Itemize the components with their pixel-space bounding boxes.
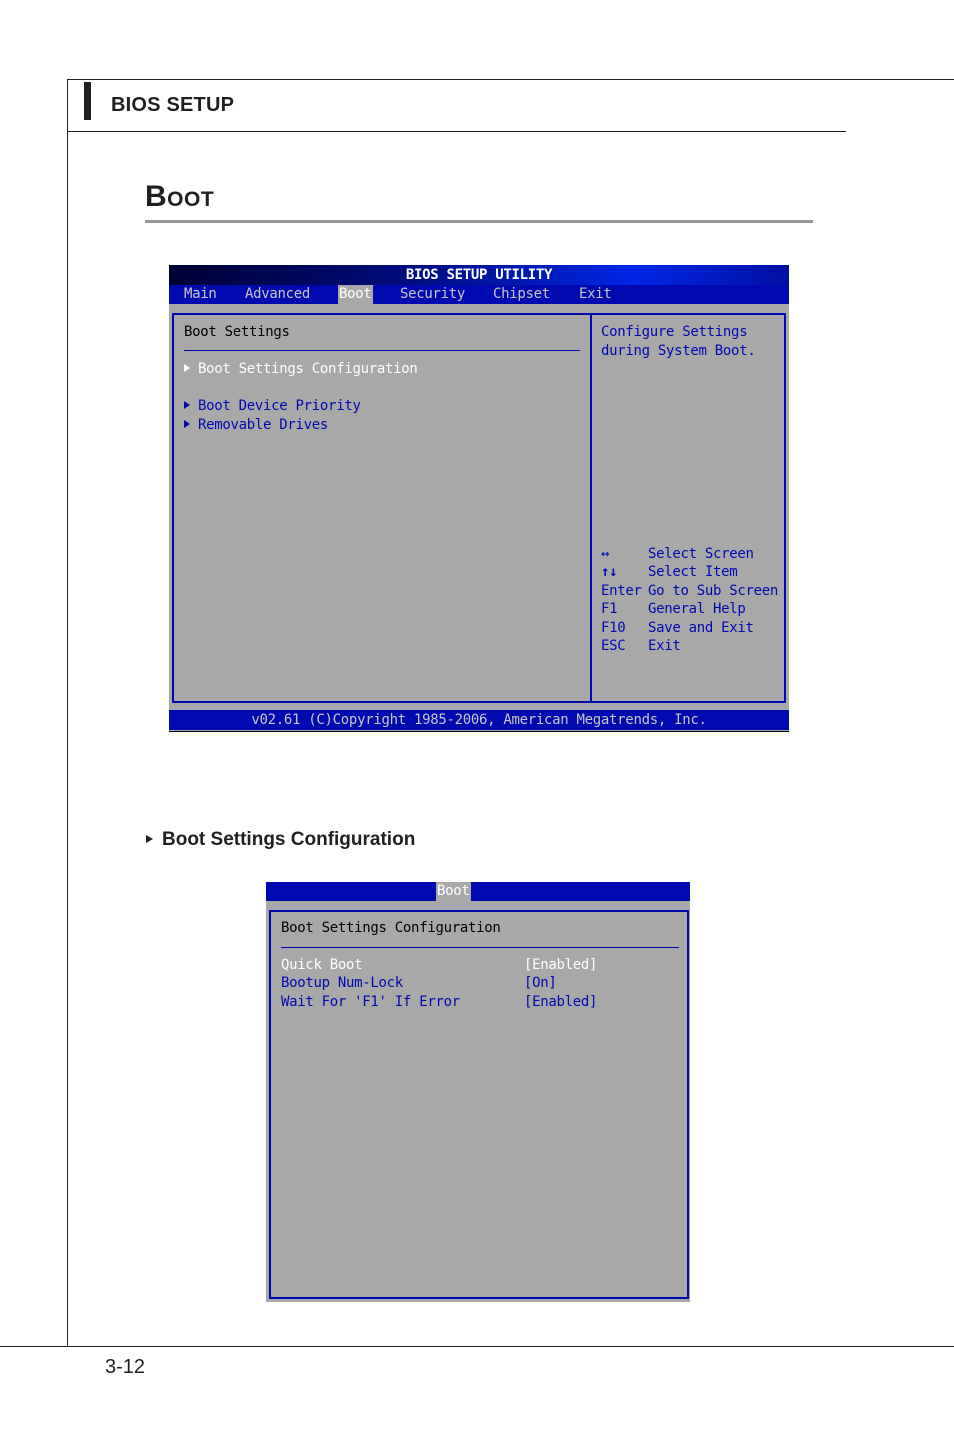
bios-menu-bar: Main Advanced Boot Security Chipset Exit [169,285,789,304]
bios-main-pane: Boot Settings Boot Settings Configuratio… [172,313,592,703]
setting-bootup-num-lock-label[interactable]: Bootup Num-Lock [281,975,403,991]
setting-wait-f1-label[interactable]: Wait For 'F1' If Error [281,994,460,1010]
submenu-arrow-icon [184,364,190,372]
bios-item-removable-drives[interactable]: Removable Drives [184,417,328,433]
key-enter: Enter [601,583,642,599]
bios-boot-settings-screen: Boot Boot Settings Configuration Quick B… [266,882,690,1302]
help-text-line-1: Configure Settings [601,324,748,340]
key-action-general-help: General Help [648,601,746,617]
bios-menu-bar: Boot [266,882,690,901]
key-f10: F10 [601,620,626,636]
key-arrows-horizontal: ↔ [601,546,610,562]
header-rule [67,131,846,132]
subsection-title: Boot Settings Configuration [162,829,416,850]
heading-separator [184,350,580,351]
header-bar-marker [84,82,91,120]
bios-menu-boot[interactable]: Boot [338,285,373,304]
bios-menu-chipset[interactable]: Chipset [492,285,551,304]
bios-copyright-footer: v02.61 (C)Copyright 1985-2006, American … [169,710,789,730]
bios-pane-heading: Boot Settings [184,324,290,340]
key-f1: F1 [601,601,618,617]
submenu-arrow-icon [184,401,190,409]
key-action-save-exit: Save and Exit [648,620,754,636]
bios-boot-screen: BIOS SETUP UTILITY Main Advanced Boot Se… [169,265,789,732]
heading-separator [281,947,679,948]
top-rule [67,79,954,80]
bios-sub-pane: Boot Settings Configuration Quick Boot [… [269,910,689,1299]
page-number: 3-12 [105,1356,146,1378]
setting-quick-boot-value[interactable]: [Enabled] [524,957,597,973]
key-action-select-item: Select Item [648,564,738,580]
chapter-header: BIOS SETUP [111,94,235,116]
setting-bootup-num-lock-value[interactable]: [On] [524,975,557,991]
key-action-select-screen: Select Screen [648,546,754,562]
bios-menu-security[interactable]: Security [399,285,466,304]
key-action-exit: Exit [648,638,681,654]
key-action-sub-screen: Go to Sub Screen [648,583,779,599]
key-esc: ESC [601,638,626,654]
bios-item-boot-device-priority[interactable]: Boot Device Priority [184,398,361,414]
bios-pane-heading: Boot Settings Configuration [281,920,501,936]
bios-menu-exit[interactable]: Exit [578,285,613,304]
left-margin-rule [67,79,68,1346]
help-text-line-2: during System Boot. [601,343,756,359]
bios-menu-advanced[interactable]: Advanced [244,285,311,304]
bios-menu-boot[interactable]: Boot [436,882,471,901]
footer-rule [0,1346,954,1347]
section-title-underline [145,220,813,223]
bios-title-bar: BIOS SETUP UTILITY [169,265,789,285]
bios-help-pane: Configure Settings during System Boot. ↔… [590,313,786,703]
section-title: Boot [145,180,215,213]
setting-wait-f1-value[interactable]: [Enabled] [524,994,597,1010]
submenu-arrow-icon [184,420,190,428]
key-arrows-vertical: ↑↓ [601,564,618,580]
bios-menu-main[interactable]: Main [183,285,218,304]
setting-quick-boot-label[interactable]: Quick Boot [281,957,363,973]
bios-item-boot-settings-configuration[interactable]: Boot Settings Configuration [184,361,418,377]
